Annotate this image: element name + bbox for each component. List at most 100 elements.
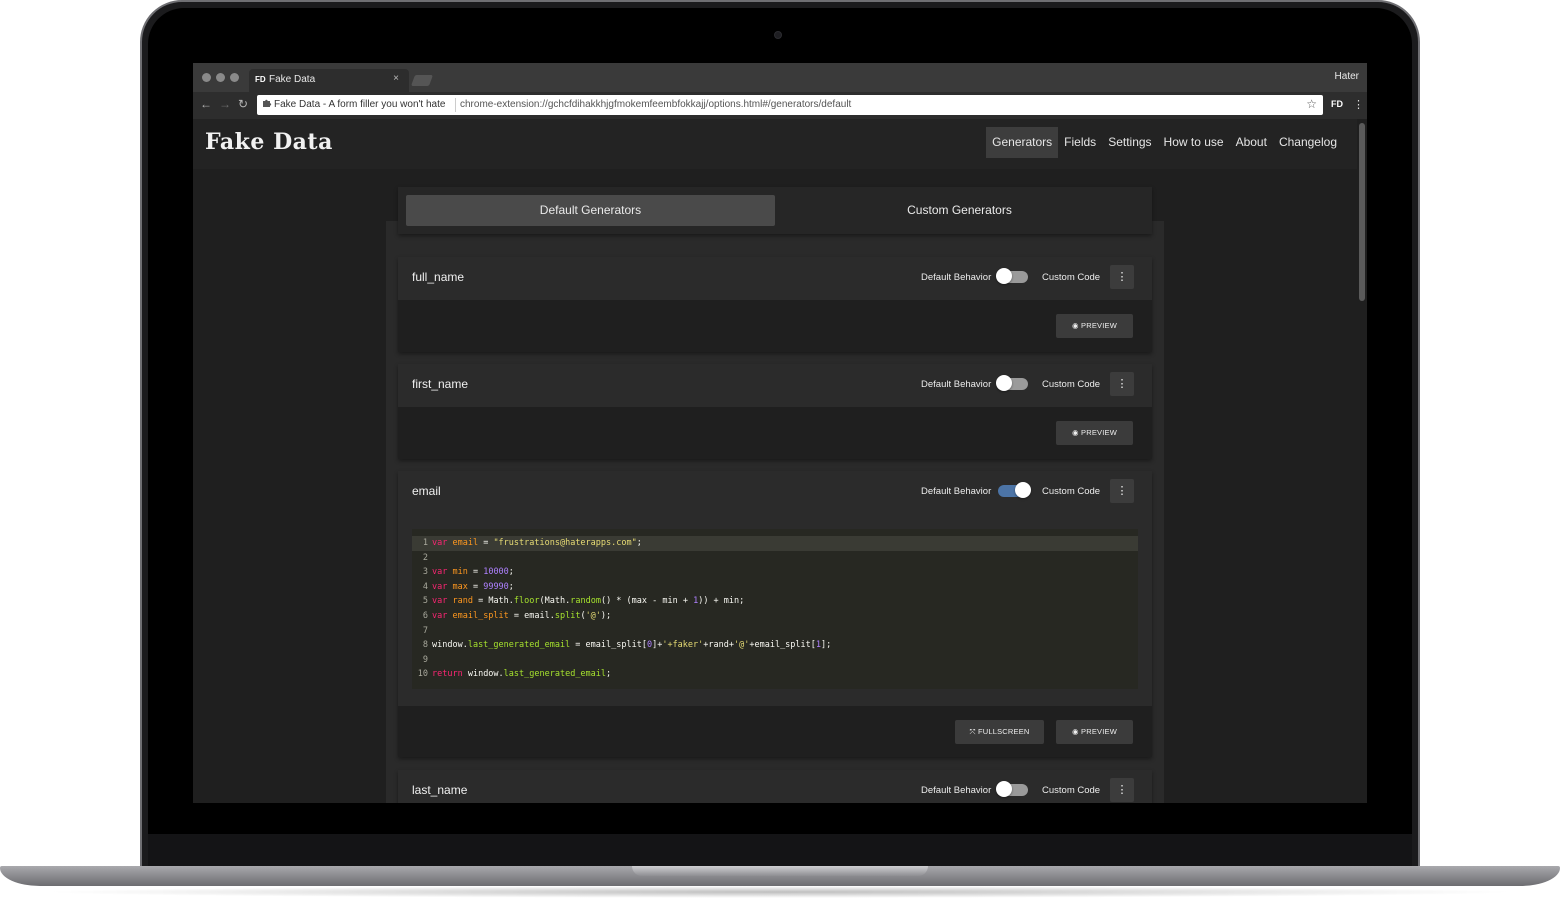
nav-item-about[interactable]: About [1230, 127, 1273, 158]
line-number: 1 [422, 538, 428, 548]
custom-code-label: Custom Code [1042, 272, 1101, 283]
card-header: email Default Behavior Custom Code ⋮ [398, 471, 1152, 514]
app-logo[interactable]: Fake Data [205, 129, 333, 155]
window-close-dot[interactable] [202, 73, 211, 82]
eye-icon: ◉ [1071, 727, 1079, 736]
nav-item-fields[interactable]: Fields [1058, 127, 1102, 158]
code-line: 4 var max = 99990; [412, 580, 1138, 595]
url-text[interactable]: chrome-extension://gchcfdihakkhjgfmokemf… [460, 99, 851, 110]
code-line: 2 [412, 551, 1138, 566]
nav-item-settings[interactable]: Settings [1102, 127, 1157, 158]
toggle-knob [996, 268, 1012, 284]
code-token: ]; [821, 640, 832, 651]
more-menu-icon[interactable]: ⋮ [1110, 372, 1134, 396]
reload-icon[interactable]: ↻ [238, 97, 248, 111]
code-token: split [554, 611, 581, 621]
default-behavior-label: Default Behavior [921, 486, 992, 497]
line-number: 9 [422, 654, 428, 665]
address-bar[interactable]: Fake Data - A form filler you won't hate… [257, 95, 1323, 115]
generator-name: email [412, 484, 441, 498]
eye-icon: ◉ [1071, 428, 1079, 437]
code-line: 7 [412, 624, 1138, 639]
code-token: var [432, 567, 448, 578]
tab-custom-generators[interactable]: Custom Generators [775, 195, 1144, 226]
preview-button[interactable]: ◉ PREVIEW [1056, 720, 1133, 744]
nav-item-changelog[interactable]: Changelog [1273, 127, 1343, 158]
line-number: 4 [422, 581, 428, 592]
line-number: 7 [422, 625, 428, 636]
preview-label: PREVIEW [1081, 321, 1118, 330]
code-token: max [452, 581, 468, 592]
code-editor[interactable]: 1 var email = "frustrations@haterapps.com… [412, 529, 1138, 689]
scroll-thumb[interactable] [1359, 123, 1365, 301]
code-token: rand [452, 596, 473, 607]
extension-icon[interactable]: FD [1331, 99, 1343, 109]
browser-toolbar: ← → ↻ Fake Data - A form filler you won'… [193, 92, 1367, 119]
code-token: = [467, 581, 484, 592]
browser-tab[interactable]: FD Fake Data × [249, 69, 409, 92]
window-minimize-dot[interactable] [216, 73, 225, 82]
code-token: min [452, 567, 468, 578]
bookmark-star-icon[interactable]: ☆ [1306, 97, 1317, 111]
screen: FD Fake Data × Hater ← → ↻ Fake Data - A… [193, 63, 1367, 803]
code-token: 99990 [483, 581, 509, 592]
preview-button[interactable]: ◉ PREVIEW [1056, 314, 1133, 338]
code-token: var [432, 538, 448, 548]
forward-icon[interactable]: → [219, 97, 231, 111]
code-token: last_generated_email [503, 669, 607, 680]
custom-code-toggle[interactable] [996, 375, 1028, 391]
code-token: = Math. [472, 596, 514, 607]
tab-close-icon[interactable]: × [393, 73, 399, 84]
custom-code-label: Custom Code [1042, 486, 1101, 497]
preview-label: PREVIEW [1081, 428, 1118, 437]
generator-card-email: email Default Behavior Custom Code ⋮ 1 va… [398, 471, 1152, 757]
profile-name[interactable]: Hater [1335, 71, 1359, 82]
nav-item-generators[interactable]: Generators [986, 127, 1059, 158]
new-tab-button[interactable] [410, 75, 434, 86]
code-token: = email_split[ [570, 640, 647, 651]
camera [774, 31, 782, 39]
line-number: 2 [422, 552, 428, 563]
browser-tabstrip: FD Fake Data × Hater [193, 63, 1367, 92]
code-token: )) + min; [698, 596, 745, 607]
code-token: '@' [585, 611, 601, 621]
browser-menu-icon[interactable]: ⋮ [1353, 98, 1364, 111]
code-token: ); [600, 611, 612, 621]
card-header: full_name Default Behavior Custom Code ⋮ [398, 257, 1152, 300]
custom-code-toggle[interactable] [998, 482, 1031, 498]
custom-code-toggle[interactable] [996, 268, 1028, 284]
custom-code-toggle[interactable] [996, 781, 1028, 797]
more-menu-icon[interactable]: ⋮ [1110, 479, 1134, 503]
back-icon[interactable]: ← [200, 97, 212, 111]
toggle-knob [996, 375, 1012, 391]
window-maximize-dot[interactable] [230, 73, 239, 82]
default-behavior-label: Default Behavior [921, 785, 992, 796]
page-scrollbar[interactable] [1357, 119, 1367, 803]
generator-name: first_name [412, 377, 469, 391]
code-token: (Math. [539, 596, 571, 607]
tab-default-generators[interactable]: Default Generators [406, 195, 775, 226]
code-token: email [452, 538, 479, 548]
code-line: 10 return window.last_generated_email; [412, 667, 1138, 682]
code-token: () * (max - min + [600, 596, 694, 607]
code-token: email_split [452, 611, 509, 621]
code-line: 3 var min = 10000; [412, 565, 1138, 580]
preview-button[interactable]: ◉ PREVIEW [1056, 421, 1133, 445]
fullscreen-button[interactable]: ⤧ FULLSCREEN [955, 720, 1044, 744]
code-line: 6 var email_split = email.split('@'); [412, 609, 1138, 624]
generator-card-first-name: first_name Default Behavior Custom Code … [398, 364, 1152, 459]
custom-code-label: Custom Code [1042, 785, 1101, 796]
toggle-knob [996, 781, 1012, 797]
code-token: '@' [734, 640, 750, 651]
generator-card-last-name: last_name Default Behavior Custom Code ⋮ [398, 770, 1152, 803]
page: Fake Data Generators Fields Settings How to… [193, 119, 1357, 803]
line-number: 6 [422, 611, 428, 621]
more-menu-icon[interactable]: ⋮ [1110, 265, 1134, 289]
more-menu-icon[interactable]: ⋮ [1110, 778, 1134, 802]
line-number: 5 [422, 596, 428, 607]
fullscreen-icon: ⤧ [969, 727, 976, 736]
nav-item-how-to-use[interactable]: How to use [1158, 127, 1230, 158]
laptop-shadow [40, 886, 1520, 898]
card-header: last_name Default Behavior Custom Code ⋮ [398, 770, 1152, 803]
generator-tabs: Default Generators Custom Generators [398, 187, 1152, 234]
